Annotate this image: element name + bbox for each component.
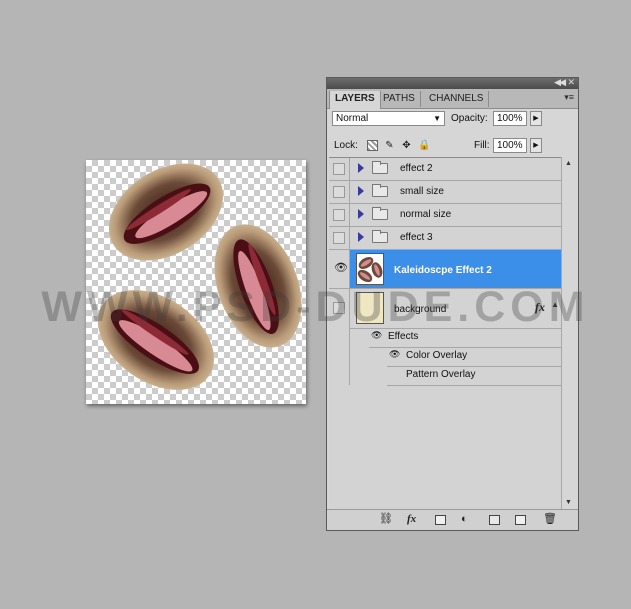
lock-all-padlock-icon[interactable]: 🔒 — [418, 140, 430, 151]
close-icon[interactable]: ✕ — [567, 77, 575, 88]
layer-name: normal size — [400, 209, 452, 220]
layer-name: Kaleidoscpe Effect 2 — [394, 265, 492, 276]
fill-label: Fill: — [474, 140, 490, 151]
layer-thumbnail — [356, 292, 384, 324]
folder-icon — [372, 207, 388, 220]
document-canvas[interactable] — [86, 160, 306, 404]
divider — [387, 385, 563, 386]
divider — [350, 328, 563, 329]
expand-triangle-icon[interactable] — [358, 232, 364, 242]
effects-label: Effects — [388, 331, 419, 342]
fill-slider-arrow[interactable]: ▶ — [530, 138, 542, 153]
layer-name: background — [394, 304, 447, 315]
divider — [369, 347, 563, 348]
lip-shape-3 — [97, 290, 215, 390]
lock-image-brush-icon[interactable]: ✎ — [384, 140, 395, 151]
scroll-down-arrow-icon[interactable]: ▼ — [565, 499, 572, 506]
effect-pattern-overlay[interactable]: Pattern Overlay — [406, 369, 475, 380]
layer-thumbnail — [356, 253, 384, 285]
new-group-folder-icon[interactable] — [489, 515, 500, 525]
layers-list: effect 2 small size normal size effect 3… — [329, 157, 563, 510]
fx-icon[interactable]: fx — [535, 300, 545, 315]
delete-layer-trash-icon[interactable]: 🗑 — [543, 513, 557, 526]
lock-position-move-icon[interactable]: ✥ — [401, 140, 412, 151]
add-layer-style-fx-icon[interactable]: fx — [407, 513, 416, 526]
panel-menu-icon[interactable]: ▾≡ — [564, 92, 574, 103]
link-layers-icon[interactable]: ⛓ — [379, 513, 393, 526]
tab-paths[interactable]: PATHS — [378, 91, 421, 107]
panel-tabs: LAYERS PATHS CHANNELS ▾≡ — [327, 89, 578, 109]
layer-name: small size — [400, 186, 444, 197]
layer-name: effect 2 — [400, 163, 433, 174]
visibility-toggle[interactable] — [329, 204, 350, 226]
opacity-slider-arrow[interactable]: ▶ — [530, 111, 542, 126]
eye-icon: 👁 — [334, 262, 348, 274]
new-layer-icon[interactable] — [515, 515, 526, 525]
layer-row-selected[interactable]: 👁 Kaleidoscpe Effect 2 — [329, 250, 563, 289]
folder-icon — [372, 161, 388, 174]
dropdown-arrow-icon: ▼ — [433, 114, 441, 123]
panel-titlebar[interactable]: ◀◀ ✕ — [327, 77, 578, 89]
collapse-effects-arrow-icon[interactable]: ▲ — [551, 300, 559, 309]
layer-name: effect 3 — [400, 232, 433, 243]
adjustment-layer-icon[interactable]: ◐ — [461, 513, 468, 526]
visibility-toggle[interactable] — [329, 158, 350, 180]
layers-panel: ◀◀ ✕ LAYERS PATHS CHANNELS ▾≡ Normal ▼ O… — [326, 77, 579, 531]
folder-icon — [372, 230, 388, 243]
opacity-input[interactable]: 100% — [493, 111, 527, 126]
lip-shape-2 — [214, 224, 302, 348]
tab-layers[interactable]: LAYERS — [329, 91, 381, 109]
color-overlay-eye-icon[interactable]: 👁 — [389, 349, 400, 360]
layer-row-group[interactable]: effect 3 — [329, 227, 563, 250]
panel-bottom-toolbar: ⛓ fx ◐ 🗑 — [327, 509, 578, 530]
fill-input[interactable]: 100% — [493, 138, 527, 153]
expand-triangle-icon[interactable] — [358, 186, 364, 196]
lock-label: Lock: — [334, 140, 358, 151]
blend-mode-value: Normal — [336, 113, 369, 124]
layer-row-group[interactable]: normal size — [329, 204, 563, 227]
lock-transparent-icon[interactable] — [367, 140, 378, 151]
tab-channels[interactable]: CHANNELS — [424, 91, 490, 107]
layer-row-group[interactable]: small size — [329, 181, 563, 204]
divider — [387, 366, 563, 367]
canvas-artwork — [97, 163, 302, 390]
scroll-up-arrow-icon[interactable]: ▲ — [565, 160, 572, 167]
expand-triangle-icon[interactable] — [358, 163, 364, 173]
effects-eye-icon[interactable]: 👁 — [371, 330, 382, 341]
add-mask-icon[interactable] — [435, 515, 446, 525]
effect-color-overlay[interactable]: Color Overlay — [406, 350, 467, 361]
visibility-toggle[interactable] — [329, 181, 350, 203]
blend-mode-select[interactable]: Normal ▼ — [332, 111, 445, 126]
visibility-toggle[interactable] — [329, 227, 350, 249]
visibility-toggle[interactable]: 👁 — [329, 250, 350, 288]
collapse-icon[interactable]: ◀◀ — [554, 77, 566, 88]
layer-row-background[interactable]: background fx ▲ — [329, 289, 563, 385]
opacity-label: Opacity: — [451, 113, 488, 124]
expand-triangle-icon[interactable] — [358, 209, 364, 219]
visibility-toggle[interactable] — [329, 289, 350, 385]
folder-icon — [372, 184, 388, 197]
layers-scrollbar[interactable]: ▲ ▼ — [561, 157, 576, 509]
layer-row-group[interactable]: effect 2 — [329, 158, 563, 181]
